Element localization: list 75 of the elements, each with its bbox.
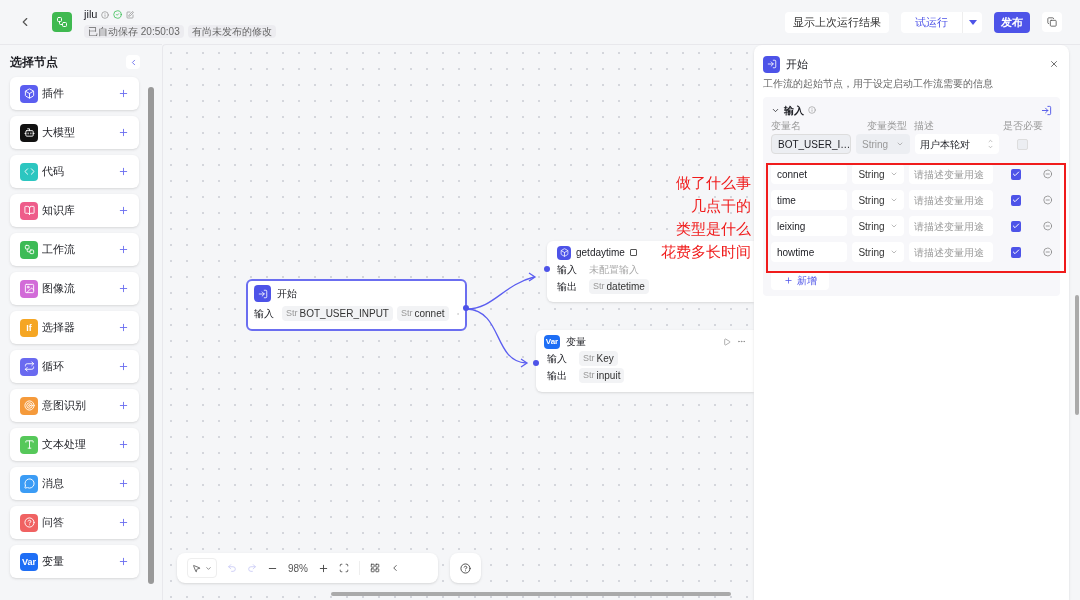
output-label: 输出 <box>547 369 568 383</box>
description-field[interactable]: 请描述变量用途 <box>909 242 994 262</box>
node-type-label: 变量 <box>42 554 65 570</box>
node-type-label: 循环 <box>42 359 65 375</box>
node-list-item[interactable]: 工作流 <box>10 233 139 266</box>
variable-icon: Var <box>544 334 560 349</box>
node-type-label: 插件 <box>42 86 65 102</box>
node-list-item[interactable]: 意图识别 <box>10 389 139 422</box>
node-list-item[interactable]: 插件 <box>10 77 139 110</box>
show-last-result-button[interactable]: 显示上次运行结果 <box>785 11 889 33</box>
variable-name-field[interactable]: leixing <box>771 216 848 236</box>
variable-tag: Str inpuit <box>579 368 625 383</box>
type-select[interactable]: String <box>852 190 905 210</box>
column-header: 描述 <box>914 118 936 133</box>
node-title: 变量 <box>566 335 586 349</box>
input-value: 未配置输入 <box>589 263 639 277</box>
variable-tag: Str BOT_USER_INPUT <box>282 306 393 321</box>
node-type-label: 文本处理 <box>42 437 87 453</box>
node-list-item[interactable]: 知识库 <box>10 194 139 227</box>
panel-description: 工作流的起始节点，用于设定启动工作流需要的信息 <box>763 77 994 91</box>
type-select[interactable]: String <box>852 242 905 262</box>
panel-title: 开始 <box>786 56 808 72</box>
node-list-item[interactable]: Var 变量 <box>10 545 139 578</box>
input-label: 输入 <box>557 263 578 277</box>
node-type-label: 选择器 <box>42 320 76 336</box>
variable-name-field[interactable]: time <box>771 190 848 210</box>
node-list-item[interactable]: 图像流 <box>10 272 139 305</box>
unpublished-badge: 有尚未发布的修改 <box>187 24 276 38</box>
annotation-text: 花费多长时间 <box>661 242 751 261</box>
annotation-text: 做了什么事 <box>676 173 751 192</box>
variable-tag: Str Key <box>579 351 618 366</box>
node-type-label: 消息 <box>42 476 65 492</box>
node-type-label: 代码 <box>42 164 65 180</box>
section-title: 输入 <box>784 103 804 118</box>
variable-name-field[interactable]: connet <box>771 164 848 184</box>
node-type-label: 知识库 <box>42 203 76 219</box>
save-status: 已自动保存 20:50:03 <box>84 24 184 38</box>
node-list-item[interactable]: 消息 <box>10 467 139 500</box>
node-list-item[interactable]: 问答 <box>10 506 139 539</box>
annotation-text: 几点干的 <box>691 196 751 215</box>
node-list-item[interactable]: 代码 <box>10 155 139 188</box>
type-select[interactable]: String <box>852 216 905 236</box>
description-field[interactable]: 请描述变量用途 <box>909 164 994 184</box>
node-type-label: 问答 <box>42 515 65 531</box>
annotation-text: 类型是什么 <box>676 219 751 238</box>
description-field[interactable]: 请描述变量用途 <box>909 190 994 210</box>
column-header: 是否必要 <box>1002 118 1044 133</box>
type-select[interactable]: String <box>852 164 905 184</box>
app-name: jilu <box>84 7 98 23</box>
node-title: 开始 <box>277 287 297 301</box>
node-type-label: 图像流 <box>42 281 76 297</box>
node-list-item[interactable]: 循环 <box>10 350 139 383</box>
node-list-item[interactable]: 大模型 <box>10 116 139 149</box>
node-type-icon: If <box>20 318 38 337</box>
node-type-label: 工作流 <box>42 242 76 258</box>
column-header: 变量类型 <box>866 118 909 133</box>
sidebar-title: 选择节点 <box>10 54 58 71</box>
node-title: getdaytime <box>576 246 625 260</box>
variable-name-field[interactable]: howtime <box>771 242 848 262</box>
node-type-label: 意图识别 <box>42 398 87 414</box>
variable-tag: Str datetime <box>589 279 649 294</box>
output-label: 输出 <box>557 280 578 294</box>
node-list-item[interactable]: If 选择器 <box>10 311 139 344</box>
input-label: 输入 <box>547 352 568 366</box>
description-field[interactable]: 请描述变量用途 <box>909 216 994 236</box>
variable-node[interactable]: Var 变量 输入 Str Key 输出 Str inpuit <box>536 330 754 392</box>
variable-tag: Str connet <box>397 306 449 321</box>
node-list-item[interactable]: 文本处理 <box>10 428 139 461</box>
publish-button[interactable]: 发布 <box>994 11 1030 33</box>
column-header: 变量名 <box>771 118 802 133</box>
input-label: 输入 <box>254 307 275 321</box>
start-node[interactable]: 开始 输入 Str BOT_USER_INPUT Str connet <box>246 279 467 331</box>
zoom-level: 98% <box>288 561 308 576</box>
node-type-label: 大模型 <box>42 125 76 141</box>
node-type-icon: Var <box>20 552 38 571</box>
